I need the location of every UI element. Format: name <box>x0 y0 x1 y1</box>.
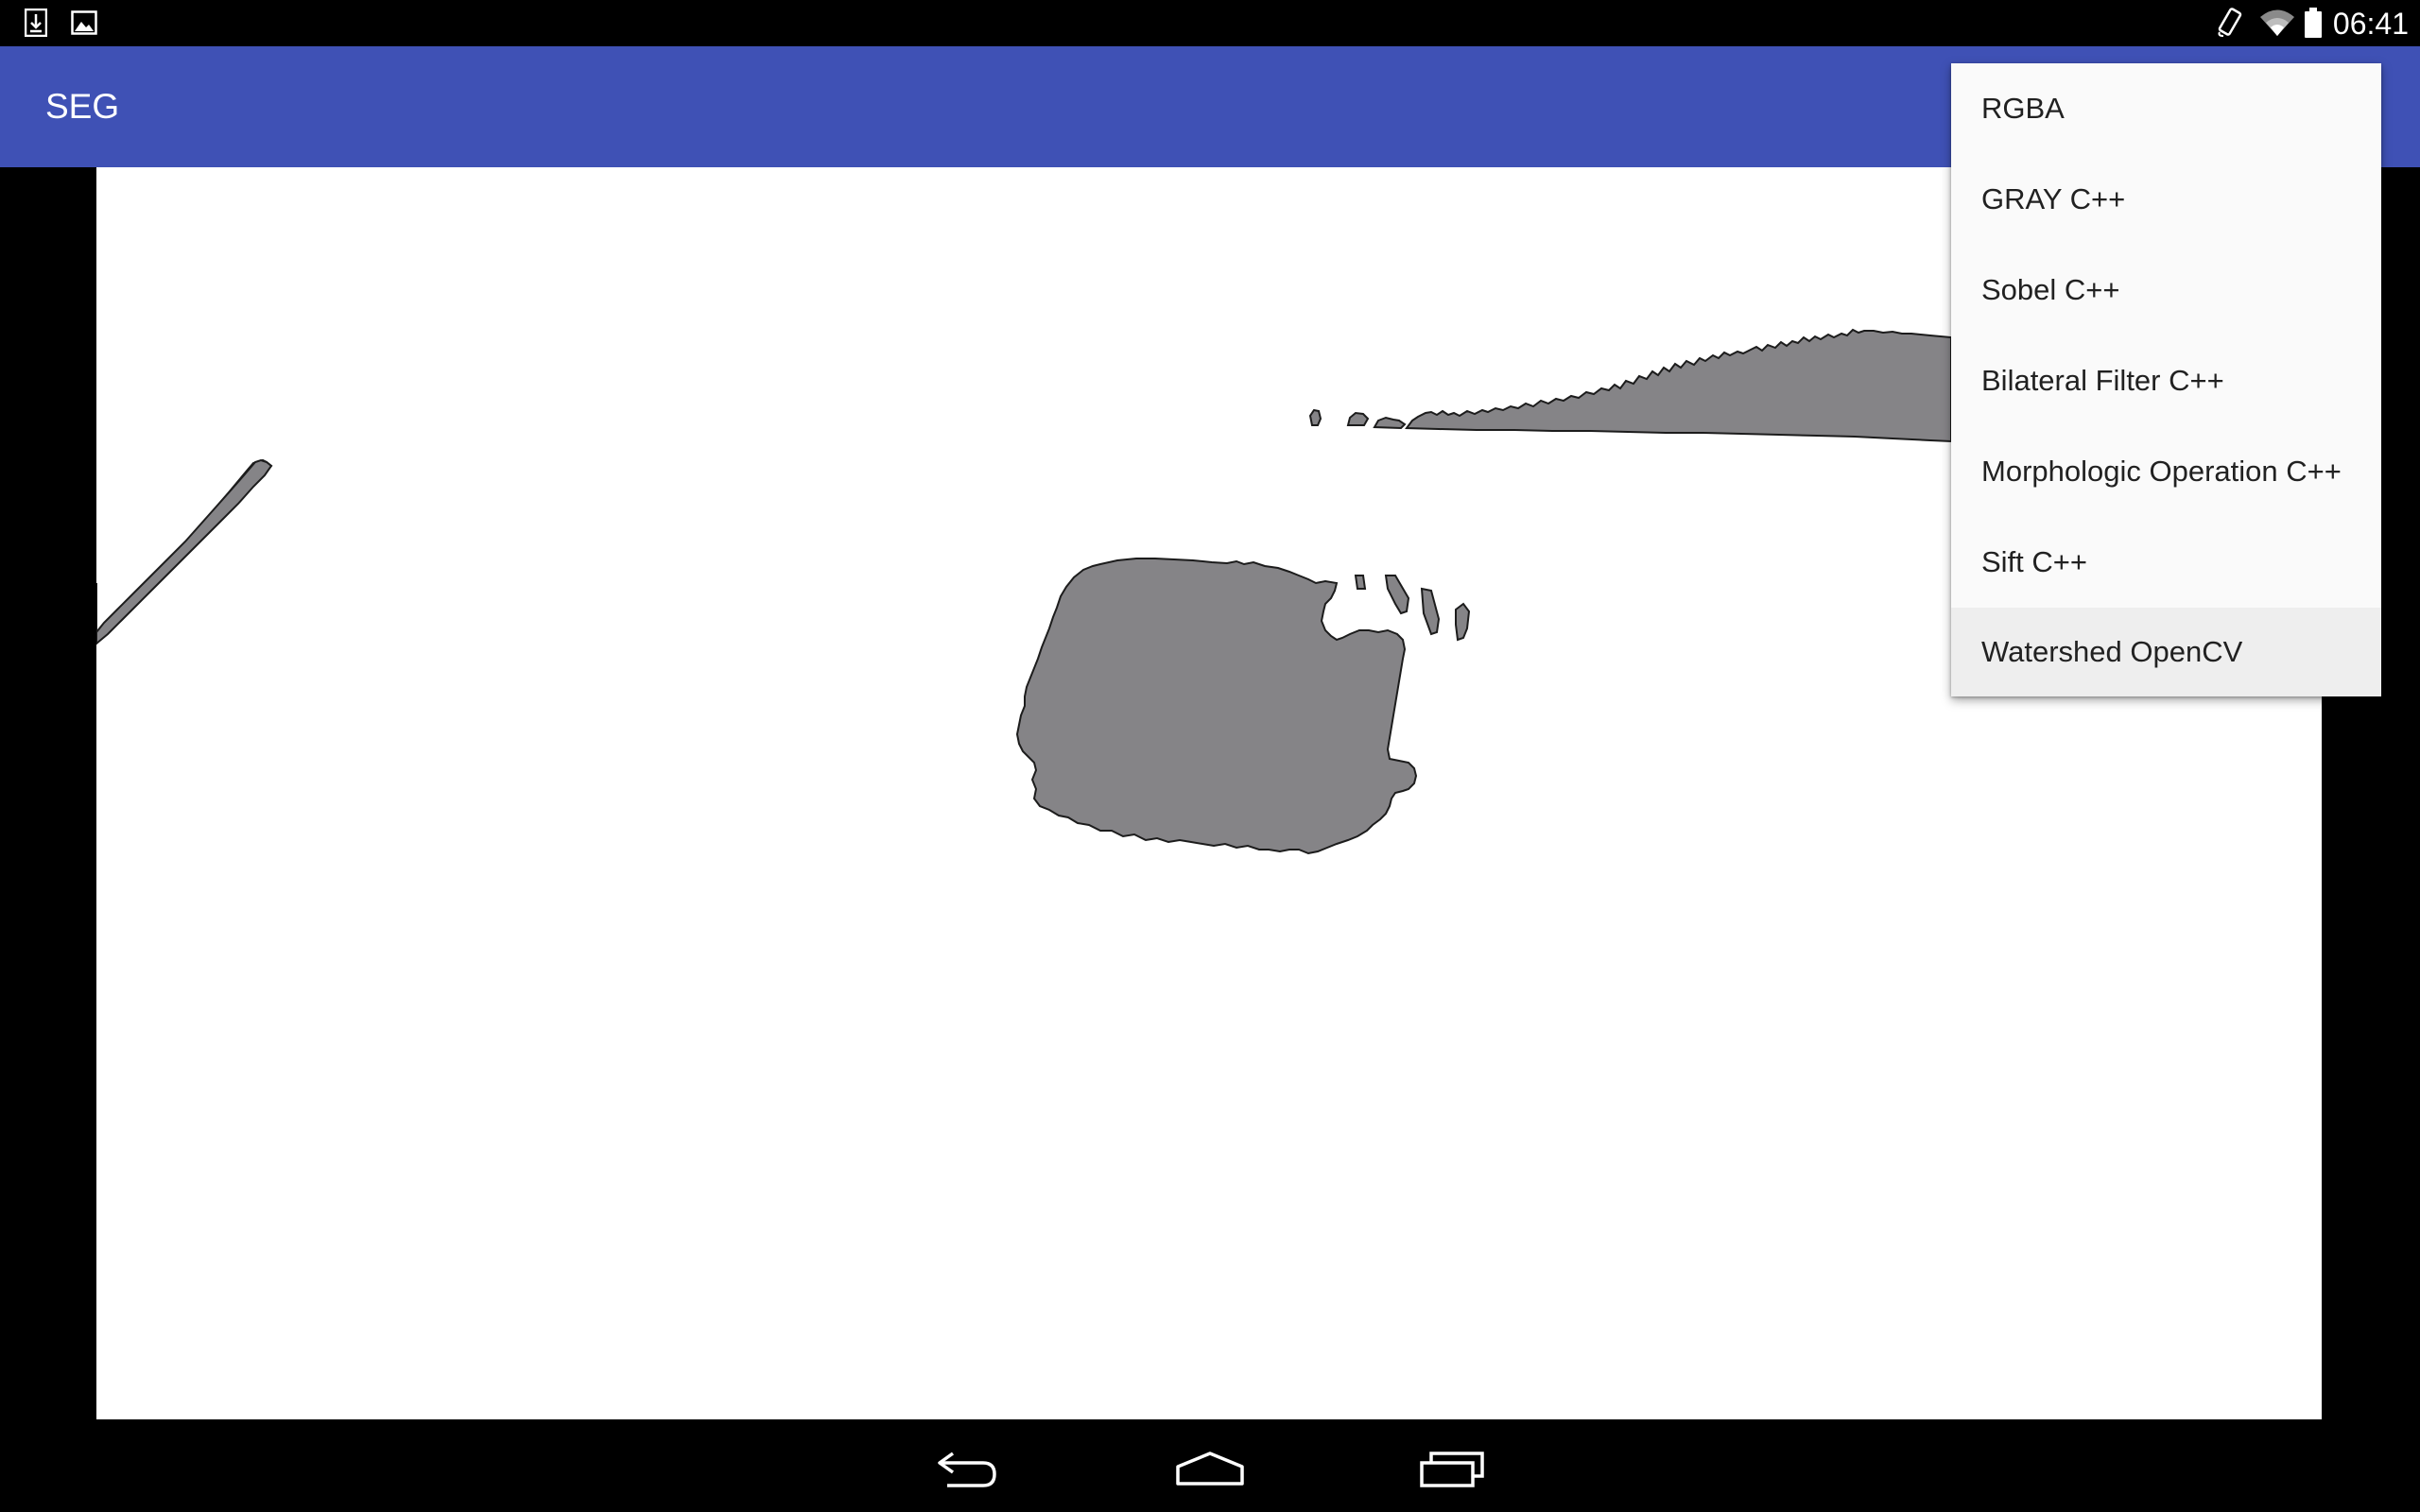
segment-fragment-3 <box>1420 587 1441 636</box>
segment-fragment-4 <box>1455 602 1471 642</box>
menu-item-watershed[interactable]: Watershed OpenCV <box>1951 608 2381 696</box>
download-icon <box>23 8 49 38</box>
device-screen: 06:41 SEG RGBA GRAY C++ Sobel C++ Bilate… <box>0 0 2420 1512</box>
segment-fragment-2 <box>1384 575 1410 615</box>
back-icon[interactable] <box>930 1442 1006 1495</box>
app-title: SEG <box>45 87 120 126</box>
segment-fragment-1 <box>1354 575 1367 590</box>
menu-item-sift[interactable]: Sift C++ <box>1951 517 2381 608</box>
home-icon[interactable] <box>1172 1442 1248 1495</box>
navigation-bar <box>0 1419 2420 1512</box>
menu-item-gray[interactable]: GRAY C++ <box>1951 154 2381 245</box>
menu-item-sobel[interactable]: Sobel C++ <box>1951 245 2381 335</box>
status-bar-clock: 06:41 <box>2332 7 2409 41</box>
menu-item-rgba[interactable]: RGBA <box>1951 63 2381 154</box>
overflow-menu: RGBA GRAY C++ Sobel C++ Bilateral Filter… <box>1951 63 2381 696</box>
segment-region-left-stripe-body <box>96 458 273 645</box>
status-bar: 06:41 <box>0 0 2420 46</box>
menu-item-bilateral-filter[interactable]: Bilateral Filter C++ <box>1951 335 2381 426</box>
wifi-icon <box>2257 8 2297 38</box>
segment-region-top-strip <box>1308 328 1952 443</box>
menu-item-morphologic-operation[interactable]: Morphologic Operation C++ <box>1951 426 2381 517</box>
screen-rotation-icon <box>2214 8 2246 38</box>
segment-region-main-object <box>1015 558 1418 855</box>
battery-icon <box>2303 8 2324 38</box>
recent-apps-icon[interactable] <box>1414 1442 1490 1495</box>
image-icon <box>70 8 98 38</box>
